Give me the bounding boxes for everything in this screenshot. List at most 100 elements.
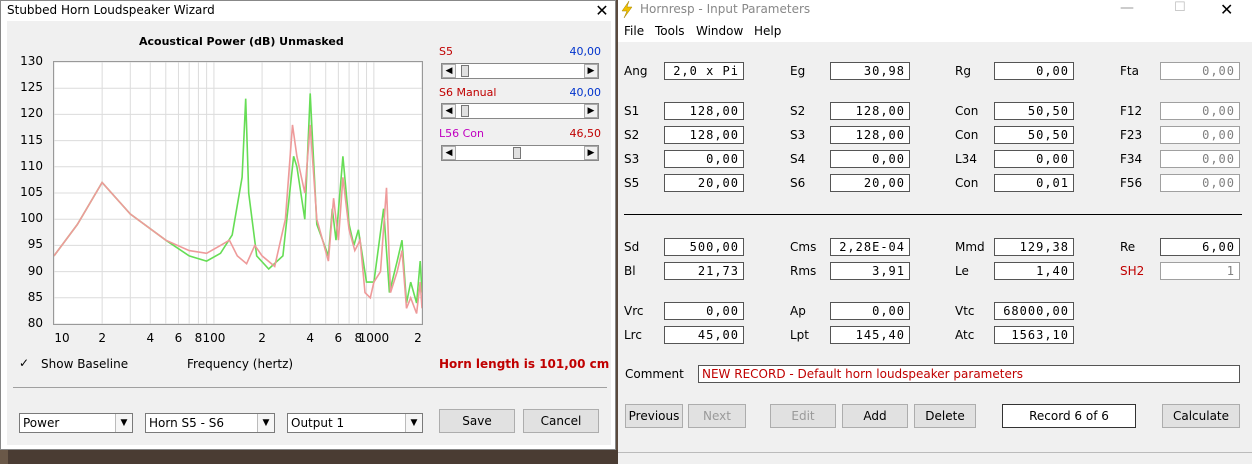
wizard-title: Stubbed Horn Loudspeaker Wizard [7, 3, 215, 17]
menu-help[interactable]: Help [754, 24, 781, 38]
param-value[interactable]: 50,50 [994, 102, 1074, 120]
arrow-right-icon[interactable]: ▶ [584, 104, 598, 118]
param-label: L34 [955, 152, 977, 166]
param-value[interactable]: 0,00 [1160, 102, 1240, 120]
output-combo[interactable]: Output 1 ▼ [287, 413, 423, 433]
param-value[interactable]: 1 [1160, 262, 1240, 280]
arrow-left-icon[interactable]: ◀ [442, 64, 456, 78]
power-combo-value: Power [23, 416, 60, 430]
param-value[interactable]: 3,91 [830, 262, 910, 280]
param-value[interactable]: 0,01 [994, 174, 1074, 192]
menu-window[interactable]: Window [696, 24, 743, 38]
y-tick-label: 90 [27, 263, 43, 278]
param-value[interactable]: 0,00 [1160, 174, 1240, 192]
param-label: F12 [1120, 104, 1143, 118]
param-value[interactable]: 128,00 [830, 102, 910, 120]
maximize-icon[interactable]: ☐ [1174, 0, 1186, 15]
param-value[interactable]: 0,00 [1160, 62, 1240, 80]
next-button[interactable]: Next [688, 404, 746, 428]
param-value[interactable]: 2,0 x Pi [664, 62, 744, 80]
param-value[interactable]: 1563,10 [994, 326, 1074, 344]
slider-l56[interactable]: ◀ ▶ [441, 145, 599, 161]
param-label: S2 [624, 128, 640, 142]
param-value[interactable]: 50,50 [994, 126, 1074, 144]
edit-button[interactable]: Edit [770, 404, 836, 428]
param-value[interactable]: 128,00 [664, 102, 744, 120]
calculate-button[interactable]: Calculate [1162, 404, 1240, 428]
param-label: Con [955, 104, 979, 118]
param-value[interactable]: 129,38 [994, 238, 1074, 256]
close-icon[interactable]: ✕ [594, 1, 610, 20]
param-value[interactable]: 128,00 [830, 126, 910, 144]
output-combo-value: Output 1 [291, 416, 345, 430]
param-value[interactable]: 1,40 [994, 262, 1074, 280]
param-value[interactable]: 6,00 [1160, 238, 1240, 256]
y-tick-label: 85 [27, 289, 43, 304]
menu-file[interactable]: File [624, 24, 644, 38]
arrow-right-icon[interactable]: ▶ [584, 146, 598, 160]
power-combo[interactable]: Power ▼ [19, 413, 133, 433]
param-value[interactable]: 0,00 [830, 150, 910, 168]
chevron-down-icon[interactable]: ▼ [115, 414, 132, 432]
comment-field[interactable]: NEW RECORD - Default horn loudspeaker pa… [698, 365, 1240, 383]
slider-thumb[interactable] [460, 65, 469, 77]
y-tick-label: 130 [20, 54, 43, 68]
arrow-right-icon[interactable]: ▶ [584, 64, 598, 78]
slider-thumb[interactable] [513, 147, 522, 159]
param-label: Lrc [624, 328, 642, 342]
y-tick-label: 125 [20, 80, 43, 95]
param-value[interactable]: 500,00 [664, 238, 744, 256]
param-value[interactable]: 0,00 [664, 150, 744, 168]
arrow-left-icon[interactable]: ◀ [442, 146, 456, 160]
cancel-button[interactable]: Cancel [523, 409, 599, 433]
previous-button[interactable]: Previous [625, 404, 683, 428]
param-value[interactable]: 20,00 [664, 174, 744, 192]
horn-combo-value: Horn S5 - S6 [149, 416, 224, 430]
chevron-down-icon[interactable]: ▼ [257, 414, 274, 432]
wizard-client: Acoustical Power (dB) Unmasked 80 85 90 95 1… [7, 21, 611, 445]
param-value[interactable]: 128,00 [664, 126, 744, 144]
param-value[interactable]: 68000,00 [994, 302, 1074, 320]
show-baseline-checkbox[interactable]: ✓ [19, 357, 31, 369]
param-value[interactable]: 0,00 [664, 302, 744, 320]
close-icon[interactable]: ✕ [1220, 0, 1233, 19]
hornresp-title: Hornresp - Input Parameters [640, 2, 811, 16]
param-label: S2 [790, 104, 806, 118]
x-tick-label: 4 [146, 331, 155, 345]
param-value[interactable]: 20,00 [830, 174, 910, 192]
divider [13, 387, 607, 388]
add-button[interactable]: Add [842, 404, 908, 428]
param-label: Fta [1120, 64, 1139, 78]
slider-s5-label: S5 [439, 45, 453, 58]
param-label: Sd [624, 240, 640, 254]
param-value[interactable]: 0,00 [830, 302, 910, 320]
y-tick-label: 105 [20, 185, 43, 199]
wizard-window: Stubbed Horn Loudspeaker Wizard ✕ Acoust… [0, 0, 616, 450]
slider-thumb[interactable] [460, 105, 469, 117]
param-value[interactable]: 2,28E-04 [830, 238, 910, 256]
delete-button[interactable]: Delete [914, 404, 976, 428]
param-value[interactable]: 45,00 [664, 326, 744, 344]
arrow-left-icon[interactable]: ◀ [442, 104, 456, 118]
chart-title: Acoustical Power (dB) Unmasked [139, 35, 344, 48]
param-value[interactable]: 0,00 [1160, 150, 1240, 168]
slider-l56-value: 46,50 [569, 127, 602, 140]
slider-s6[interactable]: ◀ ▶ [441, 103, 599, 119]
menu-tools[interactable]: Tools [655, 24, 685, 38]
save-button[interactable]: Save [439, 409, 515, 433]
param-value[interactable]: 0,00 [994, 62, 1074, 80]
param-value[interactable]: 30,98 [830, 62, 910, 80]
param-value[interactable]: 21,73 [664, 262, 744, 280]
chevron-down-icon[interactable]: ▼ [405, 414, 422, 432]
y-tick-label: 110 [20, 158, 43, 173]
minimize-icon[interactable]: — [1120, 0, 1134, 16]
param-value[interactable]: 145,40 [830, 326, 910, 344]
param-value[interactable]: 0,00 [994, 150, 1074, 168]
param-label: F56 [1120, 176, 1143, 190]
slider-s5[interactable]: ◀ ▶ [441, 63, 599, 79]
param-label: Bl [624, 264, 636, 278]
param-value[interactable]: 0,00 [1160, 126, 1240, 144]
x-tick-label: 4 [306, 331, 315, 345]
horn-combo[interactable]: Horn S5 - S6 ▼ [145, 413, 275, 433]
y-tick-label: 115 [20, 132, 43, 147]
